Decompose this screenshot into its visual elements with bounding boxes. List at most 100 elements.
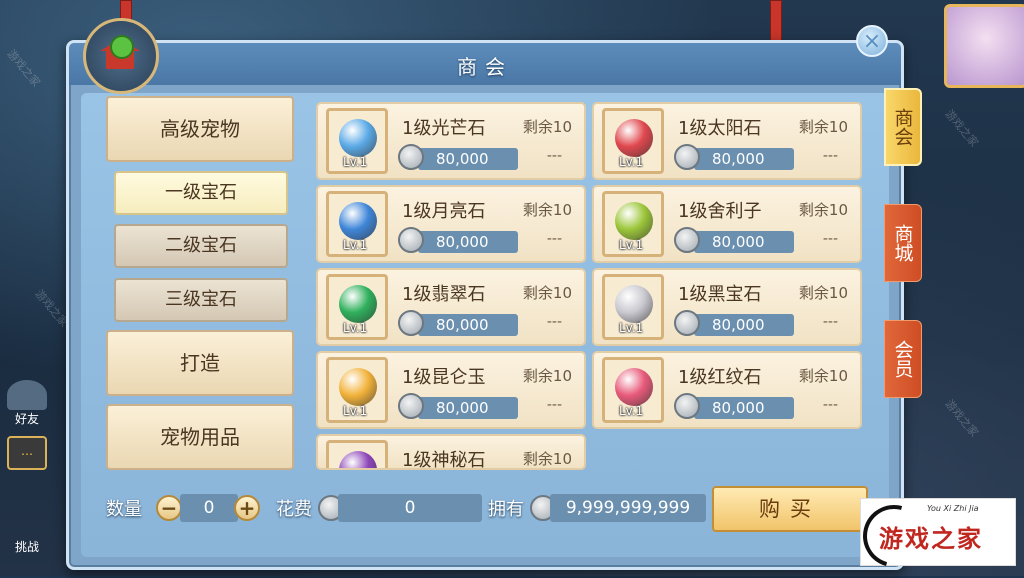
gem-icon [615,368,653,406]
menu-sub-level2-gems[interactable]: 二级宝石 [114,224,288,268]
item-level: Lv.1 [343,155,368,169]
shop-item-card[interactable]: Lv.1 1级红纹石 剩余10 80,000 --- [592,351,862,429]
gem-icon [339,119,377,157]
silver-coin-icon [398,144,424,170]
silver-coin-icon [398,310,424,336]
item-discount-placeholder: --- [546,231,562,247]
item-remaining: 剩余10 [522,118,572,136]
item-price: 80,000 [694,231,794,253]
item-remaining: 剩余10 [522,284,572,302]
item-discount-placeholder: --- [822,148,838,164]
item-discount-placeholder: --- [546,148,562,164]
item-name: 1级光芒石 [402,118,486,139]
decor-pillar [770,0,782,42]
item-icon-frame: Lv.1 [326,274,388,340]
owned-label: 拥有 [488,499,524,520]
tab-chamber-of-commerce[interactable]: 商会 [884,88,922,166]
buy-button[interactable]: 购买 [712,486,868,532]
quantity-input[interactable]: 0 [180,494,238,522]
coin-icon [110,35,134,59]
cost-value: 0 [338,494,482,522]
chat-icon: … [7,436,47,470]
item-price: 80,000 [418,314,518,336]
item-name: 1级太阳石 [678,118,762,139]
item-price: 80,000 [694,314,794,336]
gem-icon [339,285,377,323]
item-discount-placeholder: --- [822,231,838,247]
item-icon-frame: Lv.1 [326,108,388,174]
item-name: 1级月亮石 [402,201,486,222]
item-remaining: 剩余10 [798,284,848,302]
dialog-title: 商会 [457,55,513,79]
item-price: 80,000 [418,148,518,170]
gem-icon [615,285,653,323]
shop-item-card[interactable]: Lv.1 1级黑宝石 剩余10 80,000 --- [592,268,862,346]
shop-item-card[interactable]: Lv.1 1级太阳石 剩余10 80,000 --- [592,102,862,180]
silver-coin-icon [674,393,700,419]
item-icon-frame: Lv.1 [326,191,388,257]
item-remaining: 剩余10 [522,367,572,385]
shop-item-card[interactable]: Lv.1 1级舍利子 剩余10 80,000 --- [592,185,862,263]
menu-category-forge[interactable]: 打造 [106,330,294,396]
tab-mall[interactable]: 商城 [884,204,922,282]
item-price: 80,000 [418,231,518,253]
item-level: Lv.1 [343,238,368,252]
silver-coin-icon [398,227,424,253]
shop-item-card[interactable]: Lv.1 1级昆仑玉 剩余10 80,000 --- [316,351,586,429]
gem-icon [615,202,653,240]
menu-sub-level3-gems[interactable]: 三级宝石 [114,278,288,322]
chat-button[interactable]: … [4,436,50,470]
tab-membership[interactable]: 会员 [884,320,922,398]
friends-label: 好友 [14,412,39,426]
item-icon-frame: Lv.1 [602,357,664,423]
close-icon: × [862,29,882,54]
item-discount-placeholder: --- [822,397,838,413]
item-discount-placeholder: --- [546,314,562,330]
item-name: 1级红纹石 [678,367,762,388]
shop-item-card[interactable]: Lv.1 1级月亮石 剩余10 80,000 --- [316,185,586,263]
item-remaining: 剩余10 [522,201,572,219]
player-avatar[interactable] [944,4,1024,88]
site-watermark-logo: You Xi Zhi Jia 游戏之家 [851,493,1016,578]
menu-sub-level1-gems[interactable]: 一级宝石 [114,171,288,215]
item-remaining: 剩余10 [522,450,572,468]
item-remaining: 剩余10 [798,118,848,136]
decrease-quantity-button[interactable]: − [156,495,182,521]
item-discount-placeholder: --- [822,314,838,330]
cost-label: 花费 [276,499,312,520]
item-level: Lv.1 [619,155,644,169]
shop-item-card[interactable]: Lv.1 1级翡翠石 剩余10 80,000 --- [316,268,586,346]
item-icon-frame: Lv.1 [326,357,388,423]
silver-coin-icon [398,393,424,419]
item-price: 80,000 [694,148,794,170]
item-icon-frame [326,440,388,468]
silver-coin-icon [674,227,700,253]
item-name: 1级舍利子 [678,201,762,222]
item-remaining: 剩余10 [798,201,848,219]
close-button[interactable]: × [856,25,888,57]
logo-subtitle: You Xi Zhi Jia [927,504,979,513]
logo-text: 游戏之家 [879,525,983,553]
menu-category-pet-supplies[interactable]: 宠物用品 [106,404,294,470]
menu-category-advanced-pets[interactable]: 高级宠物 [106,96,294,162]
shop-item-card[interactable]: 1级神秘石 剩余10 [316,434,586,470]
item-level: Lv.1 [619,238,644,252]
friends-button[interactable]: 好友 [4,380,50,427]
item-level: Lv.1 [343,321,368,335]
gem-icon [339,202,377,240]
silver-coin-icon [674,310,700,336]
item-remaining: 剩余10 [798,367,848,385]
item-name: 1级黑宝石 [678,284,762,305]
item-level: Lv.1 [343,404,368,418]
item-icon-frame: Lv.1 [602,108,664,174]
silver-coin-icon [674,144,700,170]
friends-icon [7,380,47,410]
item-icon-frame: Lv.1 [602,274,664,340]
item-name: 1级神秘石 [402,450,486,470]
shop-item-card[interactable]: Lv.1 1级光芒石 剩余10 80,000 --- [316,102,586,180]
increase-quantity-button[interactable]: + [234,495,260,521]
challenge-label: 挑战 [14,540,39,554]
item-level: Lv.1 [619,321,644,335]
item-price: 80,000 [418,397,518,419]
item-discount-placeholder: --- [546,397,562,413]
